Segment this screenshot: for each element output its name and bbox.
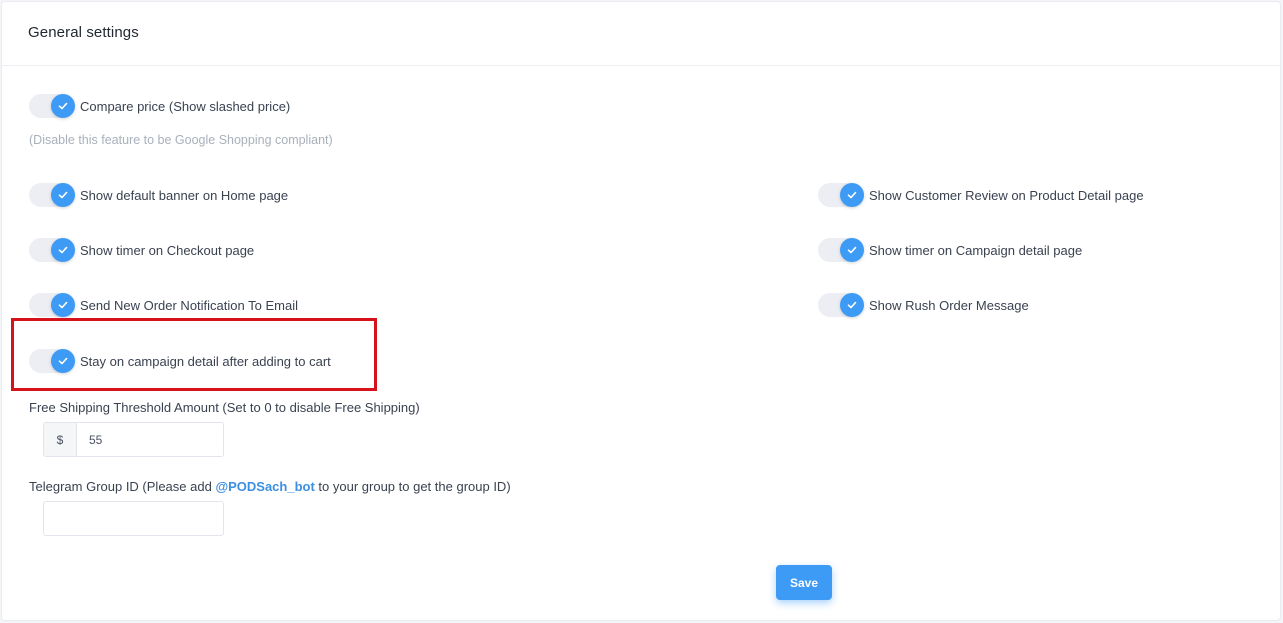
free-shipping-amount-input[interactable] <box>77 423 223 456</box>
check-icon <box>51 183 75 207</box>
order-notification-label: Send New Order Notification To Email <box>80 297 298 313</box>
check-icon <box>51 94 75 118</box>
save-button[interactable]: Save <box>776 565 832 600</box>
compare-price-label: Compare price (Show slashed price) <box>80 98 291 114</box>
free-shipping-input-group: $ <box>43 422 224 457</box>
check-icon <box>840 183 864 207</box>
timer-campaign-label: Show timer on Campaign detail page <box>869 242 1083 258</box>
rush-order-toggle[interactable] <box>818 293 864 317</box>
card-header: General settings <box>2 2 1280 66</box>
order-notification-row: Send New Order Notification To Email <box>29 292 298 318</box>
telegram-label: Telegram Group ID (Please add @PODSach_b… <box>29 479 511 494</box>
free-shipping-label: Free Shipping Threshold Amount (Set to 0… <box>29 400 420 415</box>
telegram-group-id-input[interactable] <box>43 501 224 536</box>
rush-order-label: Show Rush Order Message <box>869 297 1029 313</box>
check-icon <box>840 238 864 262</box>
telegram-label-suffix: to your group to get the group ID) <box>314 479 511 494</box>
timer-checkout-toggle[interactable] <box>29 238 75 262</box>
highlight-annotation-box <box>11 318 377 391</box>
default-banner-label: Show default banner on Home page <box>80 187 289 203</box>
rush-order-row: Show Rush Order Message <box>818 292 1029 318</box>
customer-review-toggle[interactable] <box>818 183 864 207</box>
check-icon <box>51 238 75 262</box>
order-notification-toggle[interactable] <box>29 293 75 317</box>
timer-checkout-label: Show timer on Checkout page <box>80 242 255 258</box>
general-settings-card: General settings Compare price (Show sla… <box>1 1 1281 621</box>
page-title: General settings <box>28 24 139 41</box>
timer-campaign-toggle[interactable] <box>818 238 864 262</box>
compare-price-toggle[interactable] <box>29 94 75 118</box>
default-banner-toggle[interactable] <box>29 183 75 207</box>
default-banner-row: Show default banner on Home page <box>29 182 288 208</box>
google-shopping-hint: (Disable this feature to be Google Shopp… <box>29 133 333 147</box>
customer-review-label: Show Customer Review on Product Detail p… <box>869 187 1144 203</box>
compare-price-row: Compare price (Show slashed price) <box>29 93 290 119</box>
customer-review-row: Show Customer Review on Product Detail p… <box>818 182 1144 208</box>
check-icon <box>840 293 864 317</box>
telegram-bot-handle: @PODSach_bot <box>215 479 315 494</box>
check-icon <box>51 293 75 317</box>
currency-prefix: $ <box>44 423 77 456</box>
telegram-label-prefix: Telegram Group ID (Please add <box>29 479 216 494</box>
timer-checkout-row: Show timer on Checkout page <box>29 237 254 263</box>
timer-campaign-row: Show timer on Campaign detail page <box>818 237 1082 263</box>
